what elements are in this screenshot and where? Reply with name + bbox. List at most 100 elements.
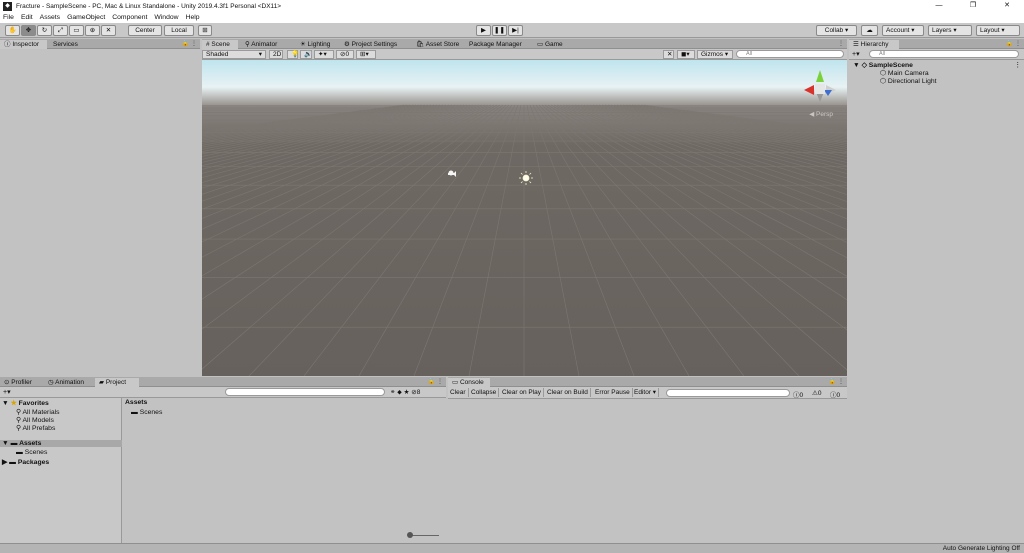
console-error-toggle[interactable]: ⓘ0 bbox=[830, 389, 840, 399]
rect-tool-icon[interactable]: ▭ bbox=[69, 25, 84, 36]
scene-menu-icon[interactable]: ⋮ bbox=[1014, 61, 1021, 69]
collapse-button[interactable]: Collapse bbox=[469, 388, 500, 397]
favorite-label: All Prefabs bbox=[22, 425, 56, 432]
tab-inspector[interactable]: ⓘ Inspector bbox=[0, 40, 47, 49]
console-log-toggle[interactable]: ⓘ0 bbox=[793, 389, 803, 399]
custom-tool-icon[interactable]: ✕ bbox=[101, 25, 116, 36]
menu-assets[interactable]: Assets bbox=[40, 14, 60, 21]
transform-tool-icon[interactable]: ⊕ bbox=[85, 25, 100, 36]
pause-button[interactable]: ❚❚ bbox=[492, 25, 507, 36]
hierarchy-search-input[interactable]: All bbox=[869, 50, 1019, 58]
folder-icon: ▬ bbox=[131, 409, 138, 416]
project-lock-icon[interactable]: 🔒 ⋮ bbox=[428, 378, 443, 385]
console-search-input[interactable] bbox=[666, 389, 790, 397]
maximize-button[interactable]: ❐ bbox=[956, 0, 990, 12]
tab-package-manager[interactable]: Package Manager bbox=[465, 40, 526, 49]
layers-label: Layers bbox=[932, 27, 952, 34]
create-asset-icon[interactable]: +▾ bbox=[3, 388, 11, 396]
zoom-slider-thumb[interactable] bbox=[407, 532, 413, 538]
panel-menu-icon[interactable]: ⋮ bbox=[838, 40, 844, 47]
scene-viewport[interactable]: ◀ Persp bbox=[202, 60, 847, 376]
assets-scenes-row[interactable]: ▬ Scenes bbox=[16, 449, 47, 456]
hand-tool-icon[interactable]: ✋ bbox=[5, 25, 20, 36]
tab-project[interactable]: ▰ Project bbox=[95, 378, 139, 387]
minimize-button[interactable]: — bbox=[922, 0, 956, 12]
pivot-local-button[interactable]: Local bbox=[164, 25, 194, 36]
grid-toggle-icon[interactable]: ⊞▾ bbox=[356, 50, 376, 59]
console-lock-icon[interactable]: 🔒 ⋮ bbox=[829, 378, 844, 385]
effects-dropdown-icon[interactable]: ✦▾ bbox=[314, 50, 334, 59]
window-title: Fracture - SampleScene - PC, Mac & Linux… bbox=[16, 2, 282, 10]
tab-profiler[interactable]: ⊙ Profiler bbox=[0, 378, 36, 387]
content-folder-scenes[interactable]: ▬ Scenes bbox=[131, 409, 162, 416]
favorite-item[interactable]: ⚲ All Materials bbox=[16, 408, 60, 416]
persp-text: Persp bbox=[816, 111, 833, 118]
gizmos-dropdown[interactable]: Gizmos ▾ bbox=[697, 50, 733, 59]
clear-on-play-button[interactable]: Clear on Play bbox=[500, 388, 545, 397]
menu-window[interactable]: Window bbox=[154, 14, 178, 21]
project-breadcrumb[interactable]: Assets bbox=[125, 399, 147, 406]
hierarchy-lock-icon[interactable]: 🔒 ⋮ bbox=[1006, 40, 1021, 47]
lighting-toggle-icon[interactable]: 💡 bbox=[287, 50, 299, 59]
menu-gameobject[interactable]: GameObject bbox=[67, 14, 105, 21]
2d-toggle[interactable]: 2D bbox=[269, 50, 283, 59]
snap-icon[interactable]: ⊞ bbox=[198, 25, 212, 36]
tab-services[interactable]: Services bbox=[49, 40, 82, 49]
clear-on-build-button[interactable]: Clear on Build bbox=[545, 388, 591, 397]
favorites-row[interactable]: ▼ ★ Favorites bbox=[2, 399, 49, 407]
tools-icon[interactable]: ✕ bbox=[663, 50, 674, 59]
hierarchy-search-placeholder: All bbox=[879, 51, 886, 57]
create-dropdown-icon[interactable]: +▾ bbox=[852, 50, 860, 58]
expand-arrow-icon[interactable]: ▼ bbox=[853, 62, 860, 69]
menu-edit[interactable]: Edit bbox=[21, 14, 33, 21]
tab-project-settings[interactable]: ⚙ Project Settings bbox=[340, 40, 401, 49]
collab-button[interactable]: Collab ▾ bbox=[816, 25, 857, 36]
menu-file[interactable]: File bbox=[3, 14, 14, 21]
menu-component[interactable]: Component bbox=[112, 14, 147, 21]
close-button[interactable]: ✕ bbox=[990, 0, 1024, 12]
packages-row[interactable]: ▶ ▬ Packages bbox=[2, 458, 49, 466]
zoom-slider[interactable] bbox=[409, 535, 439, 536]
move-tool-icon[interactable]: ✥ bbox=[21, 25, 36, 36]
layers-dropdown[interactable]: Layers ▾ bbox=[928, 25, 972, 36]
tab-animation[interactable]: ◷ Animation bbox=[44, 378, 88, 387]
hierarchy-item-main-camera[interactable]: ⬡ Main Camera bbox=[880, 69, 929, 77]
inspector-tabbar: ⓘ Inspector Services 🔒 ⋮ bbox=[0, 39, 200, 49]
hierarchy-tabbar: ☰ Hierarchy 🔒 ⋮ bbox=[849, 39, 1024, 49]
panel-lock-icon[interactable]: 🔒 ⋮ bbox=[182, 40, 197, 47]
console-warn-toggle[interactable]: ⚠0 bbox=[812, 389, 821, 397]
account-dropdown[interactable]: Account ▾ bbox=[882, 25, 924, 36]
tab-asset-store[interactable]: 🛍 Asset Store bbox=[412, 40, 463, 49]
editor-dropdown[interactable]: Editor ▾ bbox=[632, 388, 660, 397]
hidden-objects-toggle[interactable]: ⊘0 bbox=[336, 50, 354, 59]
layout-dropdown[interactable]: Layout ▾ bbox=[976, 25, 1020, 36]
scene-search-input[interactable]: All bbox=[736, 50, 844, 58]
filter-icons[interactable]: ⚭ ⬥ ★ ⊘8 bbox=[390, 388, 420, 397]
camera-dropdown-icon[interactable]: ◼▾ bbox=[677, 50, 695, 59]
scene-root-row[interactable]: ▼ ◇ SampleScene ⋮ bbox=[853, 61, 1023, 69]
menu-help[interactable]: Help bbox=[186, 14, 200, 21]
play-button[interactable]: ▶ bbox=[476, 25, 491, 36]
perspective-label[interactable]: ◀ Persp bbox=[809, 110, 833, 118]
tab-scene[interactable]: # Scene bbox=[202, 40, 238, 49]
tab-game[interactable]: ▭ Game bbox=[533, 40, 567, 49]
error-pause-button[interactable]: Error Pause bbox=[593, 388, 633, 397]
project-search-input[interactable] bbox=[225, 388, 385, 396]
audio-toggle-icon[interactable]: 🔊 bbox=[300, 50, 312, 59]
tab-hierarchy[interactable]: ☰ Hierarchy bbox=[849, 40, 899, 49]
step-button[interactable]: ▶| bbox=[508, 25, 523, 36]
rotate-tool-icon[interactable]: ↻ bbox=[37, 25, 52, 36]
cloud-icon[interactable]: ☁ bbox=[861, 25, 878, 36]
tab-animator[interactable]: ⚲ Animator bbox=[241, 40, 281, 49]
clear-button[interactable]: Clear bbox=[448, 388, 469, 397]
tab-lighting[interactable]: ☀ Lighting bbox=[296, 40, 334, 49]
shading-mode-dropdown[interactable]: Shaded ▾ bbox=[202, 50, 266, 59]
assets-row[interactable]: ▼ ▬ Assets bbox=[0, 440, 122, 447]
pivot-center-button[interactable]: Center bbox=[128, 25, 162, 36]
tab-inspector-label: Inspector bbox=[12, 41, 40, 48]
scale-tool-icon[interactable]: ⤢ bbox=[53, 25, 68, 36]
tab-console[interactable]: ▭ Console bbox=[448, 378, 490, 387]
favorite-item[interactable]: ⚲ All Prefabs bbox=[16, 424, 55, 432]
hierarchy-item-directional-light[interactable]: ⬡ Directional Light bbox=[880, 77, 937, 85]
favorite-item[interactable]: ⚲ All Models bbox=[16, 416, 54, 424]
